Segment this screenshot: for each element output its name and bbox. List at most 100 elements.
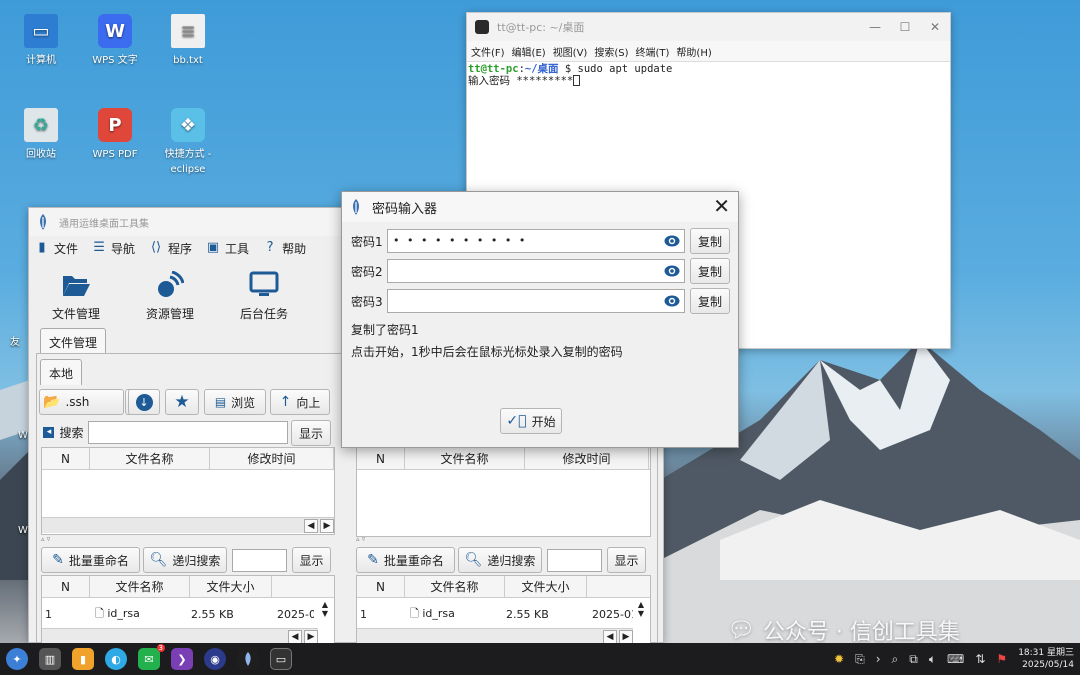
directory-table-right[interactable]: N 文件名称 修改时间 — [356, 447, 651, 537]
scroll-left-icon[interactable]: ◀ — [304, 518, 318, 533]
eye-icon[interactable] — [664, 294, 680, 308]
column-header[interactable]: 文件大小 — [190, 576, 272, 597]
start-button[interactable]: ✓⃝ 开始 — [500, 408, 562, 434]
column-header[interactable]: N — [42, 576, 90, 597]
notification-icon[interactable]: ⚑ — [996, 652, 1007, 666]
recursive-search-button[interactable]: 🔍︎ 递归搜索 — [458, 547, 542, 573]
horizontal-scrollbar[interactable]: ◀ ▶ — [42, 517, 334, 533]
show-button[interactable]: 显示 — [291, 420, 331, 446]
desktop-icon-computer[interactable]: ▭ 计算机 — [6, 14, 76, 68]
password-input-dialog[interactable]: 密码输入器 ✕ 密码1 • • • • • • • • • • 复制 密码2 复… — [341, 191, 739, 448]
dialog-titlebar[interactable]: 密码输入器 — [342, 192, 738, 222]
menu-program[interactable]: ⟨⟩ 程序 — [149, 240, 192, 257]
table-row[interactable]: 1 🗋 id_rsa 2.55 KB 2025-0 — [42, 604, 334, 624]
scroll-right-icon[interactable]: ▶ — [320, 518, 334, 533]
close-icon[interactable]: ✕ — [713, 196, 730, 216]
desktop-icon-eclipse-shortcut[interactable]: ❖ 快捷方式 - eclipse — [153, 108, 223, 177]
scroll-left-icon[interactable]: ◀ — [603, 629, 617, 644]
column-header[interactable]: 文件名称 — [405, 448, 525, 469]
start-menu-icon[interactable]: ✦ — [6, 648, 28, 670]
password-field-2[interactable] — [387, 259, 685, 283]
terminal-taskbar-icon[interactable]: ▭ — [270, 648, 292, 670]
minimize-icon[interactable]: — — [860, 20, 890, 34]
column-header[interactable]: 修改时间 — [525, 448, 649, 469]
column-header[interactable]: 文件名称 — [90, 448, 210, 469]
menu-view[interactable]: 视图(V) — [553, 44, 588, 59]
recursive-search-input[interactable] — [232, 549, 287, 572]
horizontal-scrollbar[interactable]: ◀ ▶ — [42, 628, 318, 644]
eclipse-icon[interactable]: ◉ — [204, 648, 226, 670]
tab-file-manager[interactable]: 文件管理 — [40, 328, 107, 354]
column-header[interactable]: N — [42, 448, 90, 469]
brightness-icon[interactable]: ✹ — [834, 652, 844, 666]
file-table-right[interactable]: N 文件名称 文件大小 1 🗋 id_rsa 2.55 KB 2025-01 ◀… — [356, 575, 651, 645]
multitask-view-icon[interactable]: ▥ — [39, 648, 61, 670]
search-icon[interactable]: ⌕ — [892, 652, 899, 667]
directory-table-left[interactable]: N 文件名称 修改时间 ◀ ▶ — [41, 447, 335, 535]
menu-file[interactable]: ▮ 文件 — [35, 240, 78, 257]
scroll-left-icon[interactable]: ◀ — [288, 629, 302, 644]
eye-icon[interactable] — [664, 234, 680, 248]
column-header[interactable]: 文件大小 — [505, 576, 587, 597]
desktop-icon-text-file[interactable]: ≡ bb.txt — [153, 14, 223, 68]
terminal-output[interactable]: tt@tt-pc:~/桌面 $ sudo apt update 输入密码 ***… — [467, 61, 950, 88]
show-button[interactable]: 显示 — [292, 547, 331, 573]
screenshot-icon[interactable]: ⧉ — [909, 652, 918, 667]
vertical-scrollbar[interactable]: ▲ ▼ — [317, 600, 333, 618]
terminal-app-icon[interactable]: ❯ — [171, 648, 193, 670]
show-button[interactable]: 显示 — [607, 547, 646, 573]
horizontal-scrollbar[interactable]: ◀ ▶ — [357, 628, 633, 644]
browse-button[interactable]: ▤ 浏览 — [204, 389, 266, 415]
desktop-icon-wps-writer[interactable]: W WPS 文字 — [80, 14, 150, 68]
menu-tools[interactable]: ▣ 工具 — [206, 240, 249, 257]
vertical-scrollbar[interactable]: ▲ ▼ — [633, 600, 649, 618]
batch-rename-button[interactable]: ✎ 批量重命名 — [41, 547, 140, 573]
search-label-button[interactable]: ◂ 搜索 — [42, 419, 85, 445]
desktop-icon-recycle-bin[interactable]: ♻ 回收站 — [6, 108, 76, 162]
menu-help[interactable]: 帮助(H) — [676, 44, 711, 59]
clipboard-icon[interactable]: ⎘ — [855, 652, 865, 667]
path-combobox[interactable]: 📂 .ssh — [39, 389, 124, 415]
terminal-titlebar[interactable]: tt@tt-pc: ~/桌面 — ☐ ✕ — [467, 13, 950, 41]
column-header[interactable]: 文件名称 — [90, 576, 190, 597]
file-table-left[interactable]: N 文件名称 文件大小 1 🗋 id_rsa 2.55 KB 2025-0 ◀ ▶… — [41, 575, 335, 645]
keyboard-icon[interactable]: ⌨ — [947, 652, 964, 666]
resource-manager-button[interactable]: 资源管理 — [123, 270, 217, 322]
clock[interactable]: 18:31 星期三 2025/05/14 — [1018, 647, 1074, 671]
up-button[interactable]: ↑ 向上 — [270, 389, 330, 415]
column-header[interactable]: 文件名称 — [405, 576, 505, 597]
column-header[interactable]: N — [357, 448, 405, 469]
eye-icon[interactable] — [664, 264, 680, 278]
chat-app-icon[interactable]: ✉ 3 — [138, 644, 165, 670]
copy-button-3[interactable]: 复制 — [690, 288, 730, 314]
recursive-search-button[interactable]: 🔍︎ 递归搜索 — [143, 547, 227, 573]
password-field-3[interactable] — [387, 289, 685, 313]
chevron-right-icon[interactable]: › — [876, 652, 881, 666]
password-field-1[interactable]: • • • • • • • • • • — [387, 229, 685, 253]
search-input[interactable] — [88, 421, 288, 444]
menu-help[interactable]: ? 帮助 — [263, 240, 306, 257]
splitter-handle[interactable]: ▵ ▿ — [41, 535, 50, 543]
favorite-button[interactable]: ★ — [165, 389, 199, 415]
menu-terminal[interactable]: 终端(T) — [636, 44, 670, 59]
copy-button-1[interactable]: 复制 — [690, 228, 730, 254]
maximize-icon[interactable]: ☐ — [890, 20, 920, 34]
file-manager-icon[interactable]: ▮ — [72, 648, 94, 670]
file-manager-button[interactable]: 文件管理 — [29, 270, 123, 322]
recursive-search-input[interactable] — [547, 549, 602, 572]
column-header[interactable]: 修改时间 — [210, 448, 334, 469]
column-header[interactable]: N — [357, 576, 405, 597]
table-row[interactable]: 1 🗋 id_rsa 2.55 KB 2025-01 — [357, 604, 650, 624]
scroll-right-icon[interactable]: ▶ — [619, 629, 633, 644]
splitter-handle[interactable]: ▵ ▿ — [356, 535, 365, 543]
menu-file[interactable]: 文件(F) — [471, 44, 505, 59]
network-icon[interactable]: ⇅ — [975, 652, 985, 666]
volume-icon[interactable]: 🔈︎ — [929, 652, 936, 667]
desktop-icon-wps-pdf[interactable]: P WPS PDF — [80, 108, 150, 162]
download-button[interactable]: ↓ — [128, 389, 160, 415]
batch-rename-button[interactable]: ✎ 批量重命名 — [356, 547, 455, 573]
ops-toolkit-taskbar-icon[interactable] — [237, 648, 259, 670]
menu-search[interactable]: 搜索(S) — [594, 44, 628, 59]
scroll-right-icon[interactable]: ▶ — [304, 629, 318, 644]
copy-button-2[interactable]: 复制 — [690, 258, 730, 284]
